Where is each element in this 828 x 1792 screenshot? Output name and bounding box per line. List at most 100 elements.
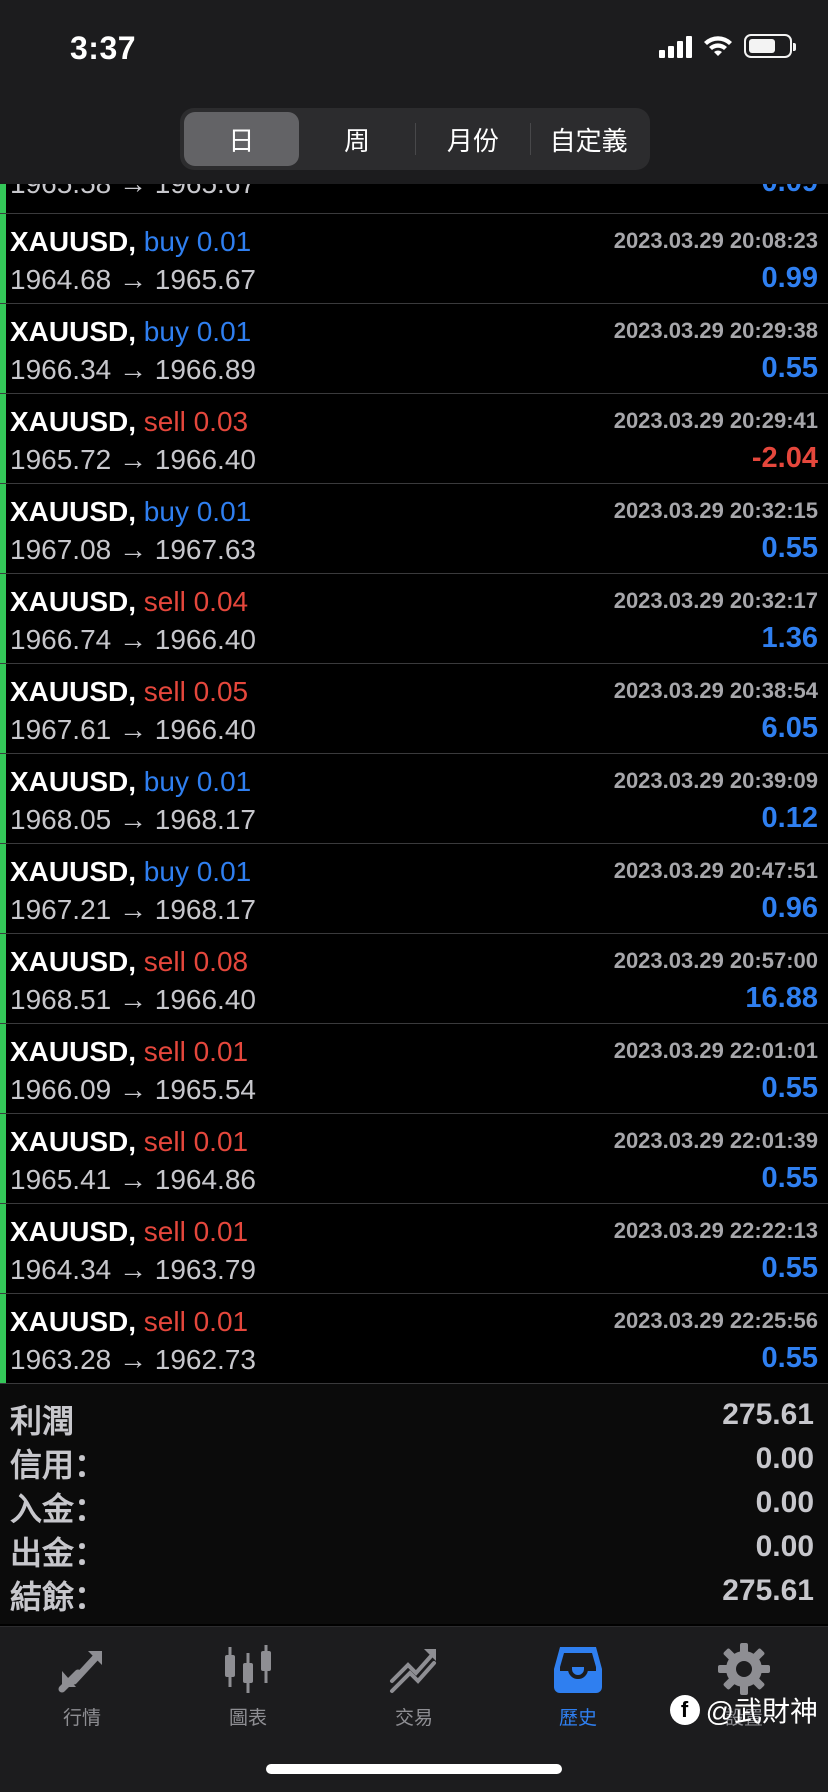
deal-symbol: XAUUSD, sell 0.01 xyxy=(10,1216,248,1248)
deal-side: buy 0.01 xyxy=(144,766,251,797)
chart-icon xyxy=(225,1645,271,1693)
account-summary: 利潤 275.61 信用： 0.00 入金： 0.00 出金： 0.00 結餘：… xyxy=(0,1384,828,1624)
symbol-text: XAUUSD, xyxy=(10,676,137,707)
volume-text: 0.01 xyxy=(196,856,252,887)
deal-side: sell 0.03 xyxy=(144,406,248,437)
deal-row[interactable]: XAUUSD, sell 0.01 2023.03.29 22:22:13 1964… xyxy=(0,1204,828,1294)
status-bar: 3:37 xyxy=(0,0,828,96)
tab-chart[interactable]: 圖表 xyxy=(188,1641,308,1741)
summary-label: 信用： xyxy=(10,1447,107,1483)
period-tab-custom[interactable]: 自定義 xyxy=(531,112,646,166)
volume-text: 0.04 xyxy=(193,586,249,617)
side-text: sell xyxy=(143,676,186,707)
period-tab-month[interactable]: 月份 xyxy=(416,112,531,166)
deal-profit: 0.55 xyxy=(761,1342,818,1374)
deal-date: 2023.03.29 20:57:00 xyxy=(613,948,818,973)
tab-quotes[interactable]: 行情 xyxy=(22,1641,142,1741)
deal-row[interactable]: XAUUSD, sell 0.01 2023.03.29 22:01:39 1965… xyxy=(0,1114,828,1204)
deal-date: 2023.03.29 22:01:39 xyxy=(613,1128,818,1153)
summary-value: 0.00 xyxy=(755,1442,814,1475)
facebook-icon: f xyxy=(669,1695,700,1725)
deal-side: buy 0.01 xyxy=(144,226,251,257)
deal-date: 2023.03.29 20:29:41 xyxy=(613,408,818,433)
tab-history[interactable]: 歷史 xyxy=(518,1641,638,1741)
deal-row[interactable]: XAUUSD, buy 0.01 2023.03.29 20:47:51 1967.… xyxy=(0,844,828,934)
deal-list[interactable]: 1965.58 → 1965.67 0.09 XAUUSD, buy 0.01 2… xyxy=(0,184,828,1384)
deal-prices: 1964.34 → 1963.79 xyxy=(10,1254,256,1285)
summary-value: 275.61 xyxy=(722,1574,814,1607)
deal-profit: 0.12 xyxy=(761,802,818,834)
watermark: f @武財神 xyxy=(669,1690,818,1730)
quotes-icon xyxy=(58,1651,102,1693)
side-text: sell xyxy=(143,1306,186,1337)
symbol-text: XAUUSD, xyxy=(10,406,137,437)
deal-row[interactable]: XAUUSD, buy 0.01 2023.03.29 20:32:15 1967.… xyxy=(0,484,828,574)
summary-value: 0.00 xyxy=(755,1486,814,1519)
symbol-text: XAUUSD, xyxy=(10,586,137,617)
period-segmented-control: 日 周 月份 自定義 xyxy=(180,108,650,170)
symbol-text: XAUUSD, xyxy=(10,1126,137,1157)
volume-text: 0.01 xyxy=(196,226,252,257)
summary-row-profit: 利潤 275.61 xyxy=(0,1394,828,1439)
volume-text: 0.03 xyxy=(193,406,249,437)
home-indicator xyxy=(266,1764,562,1774)
deal-row[interactable]: XAUUSD, sell 0.03 2023.03.29 20:29:41 1965… xyxy=(0,394,828,484)
history-icon xyxy=(554,1647,602,1693)
volume-text: 0.01 xyxy=(193,1216,249,1247)
deal-prices: 1965.58 → 1965.67 xyxy=(10,184,256,200)
symbol-text: XAUUSD, xyxy=(10,766,137,797)
deal-side: sell 0.01 xyxy=(144,1036,248,1067)
deal-profit: 0.09 xyxy=(762,184,818,199)
deal-profit: 16.88 xyxy=(745,982,818,1014)
symbol-text: XAUUSD, xyxy=(10,226,137,257)
deal-prices: 1968.51 → 1966.40 xyxy=(10,984,256,1015)
deal-symbol: XAUUSD, sell 0.01 xyxy=(10,1126,248,1158)
deal-prices: 1966.09 → 1965.54 xyxy=(10,1074,256,1105)
deal-row[interactable]: XAUUSD, buy 0.01 2023.03.29 20:39:09 1968.… xyxy=(0,754,828,844)
deal-symbol: XAUUSD, sell 0.01 xyxy=(10,1036,248,1068)
deal-row[interactable]: XAUUSD, sell 0.05 2023.03.29 20:38:54 1967… xyxy=(0,664,828,754)
deal-profit: 0.55 xyxy=(761,1162,818,1194)
deal-prices: 1967.61 → 1966.40 xyxy=(10,714,256,745)
cellular-signal-icon xyxy=(659,34,692,58)
side-text: buy xyxy=(143,226,189,257)
settings-icon xyxy=(718,1643,770,1695)
symbol-text: XAUUSD, xyxy=(10,1216,137,1247)
deal-side: sell 0.01 xyxy=(144,1306,248,1337)
deal-row[interactable]: XAUUSD, buy 0.01 2023.03.29 20:29:38 1966.… xyxy=(0,304,828,394)
deal-symbol: XAUUSD, buy 0.01 xyxy=(10,766,251,798)
deal-profit: 1.36 xyxy=(761,622,818,654)
deal-side: sell 0.05 xyxy=(144,676,248,707)
period-tab-week[interactable]: 周 xyxy=(300,112,415,166)
deal-date: 2023.03.29 20:32:15 xyxy=(613,498,818,523)
summary-label: 利潤 xyxy=(10,1403,75,1439)
deal-prices: 1967.21 → 1968.17 xyxy=(10,894,256,925)
volume-text: 0.01 xyxy=(196,316,252,347)
deal-date: 2023.03.29 20:39:09 xyxy=(613,768,818,793)
deal-profit: 0.55 xyxy=(761,1252,818,1284)
symbol-text: XAUUSD, xyxy=(10,1306,137,1337)
deal-row[interactable]: XAUUSD, sell 0.01 2023.03.29 22:01:01 1966… xyxy=(0,1024,828,1114)
deal-profit: 0.99 xyxy=(761,262,818,294)
deal-row[interactable]: XAUUSD, buy 0.01 2023.03.29 20:08:23 1964.… xyxy=(0,214,828,304)
deal-row[interactable]: XAUUSD, sell 0.08 2023.03.29 20:57:00 1968… xyxy=(0,934,828,1024)
tab-label: 交易 xyxy=(394,1708,433,1729)
tab-label: 歷史 xyxy=(558,1708,597,1729)
volume-text: 0.01 xyxy=(193,1306,249,1337)
deal-row[interactable]: XAUUSD, sell 0.01 2023.03.29 22:25:56 1963… xyxy=(0,1294,828,1384)
deal-prices: 1968.05 → 1968.17 xyxy=(10,804,256,835)
period-tab-day[interactable]: 日 xyxy=(184,112,299,166)
deal-prices: 1967.08 → 1967.63 xyxy=(10,534,256,565)
tab-trade[interactable]: 交易 xyxy=(354,1641,474,1741)
deal-row[interactable]: XAUUSD, sell 0.04 2023.03.29 20:32:17 1966… xyxy=(0,574,828,664)
deal-profit: 6.05 xyxy=(761,712,818,744)
summary-row-deposit: 入金： 0.00 xyxy=(0,1482,828,1527)
deal-row-partial[interactable]: 1965.58 → 1965.67 0.09 xyxy=(0,184,828,214)
summary-row-credit: 信用： 0.00 xyxy=(0,1438,828,1483)
deal-side: buy 0.01 xyxy=(144,496,251,527)
battery-icon xyxy=(744,34,796,58)
status-time: 3:37 xyxy=(70,30,137,66)
side-text: buy xyxy=(143,856,189,887)
watermark-text: @武財神 xyxy=(705,1696,818,1727)
symbol-text: XAUUSD, xyxy=(10,946,137,977)
